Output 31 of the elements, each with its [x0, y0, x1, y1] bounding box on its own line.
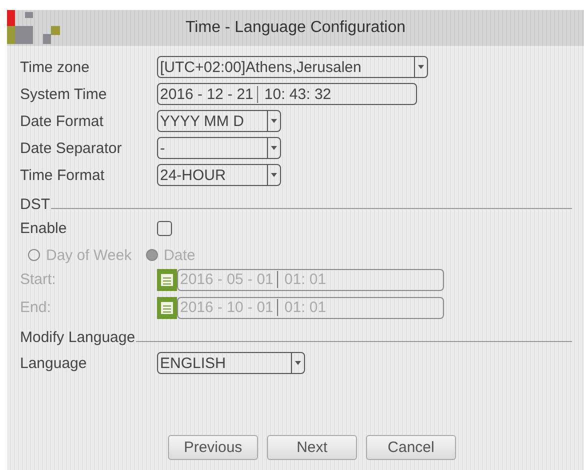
field-label: Start: [20, 271, 57, 288]
dropdown[interactable]: - [157, 137, 281, 159]
field-label: Language [20, 354, 88, 372]
radio-label: Day of Week [46, 246, 132, 264]
logo-icon [7, 10, 63, 46]
field-label: Date Separator [20, 140, 123, 156]
dropdown[interactable]: 24-HOUR [157, 164, 281, 186]
field-label: Enable [20, 220, 68, 236]
radio-label: Date [164, 246, 196, 264]
dropdown[interactable]: YYYY MM D [157, 110, 281, 132]
caret-icon [267, 138, 280, 158]
calendar-icon [157, 268, 177, 290]
caret-icon [267, 111, 280, 131]
section-title: DST [20, 196, 50, 213]
dialog-button[interactable]: Previous [168, 435, 258, 460]
field-label: End: [20, 299, 52, 316]
dropdown[interactable]: ENGLISH [157, 352, 305, 374]
field-label: Time Format [20, 166, 106, 184]
window-title: Time - Language Configuration [184, 19, 406, 37]
field-label: Time zone [20, 58, 90, 76]
section-title: Modify Language [20, 329, 136, 346]
field-label: System Time [20, 86, 108, 102]
field-label: Date Format [20, 112, 104, 130]
caret-icon [414, 57, 427, 77]
dialog-button[interactable]: Cancel [366, 435, 456, 460]
dialog-button[interactable]: Next [267, 435, 357, 460]
caret-icon [291, 353, 304, 373]
calendar-icon [157, 296, 177, 318]
dropdown[interactable]: [UTC+02:00]Athens,Jerusalen [157, 56, 428, 78]
datetime-field[interactable]: 2016 - 12 - 21 10: 43: 32 [157, 83, 417, 105]
caret-icon [267, 165, 280, 185]
